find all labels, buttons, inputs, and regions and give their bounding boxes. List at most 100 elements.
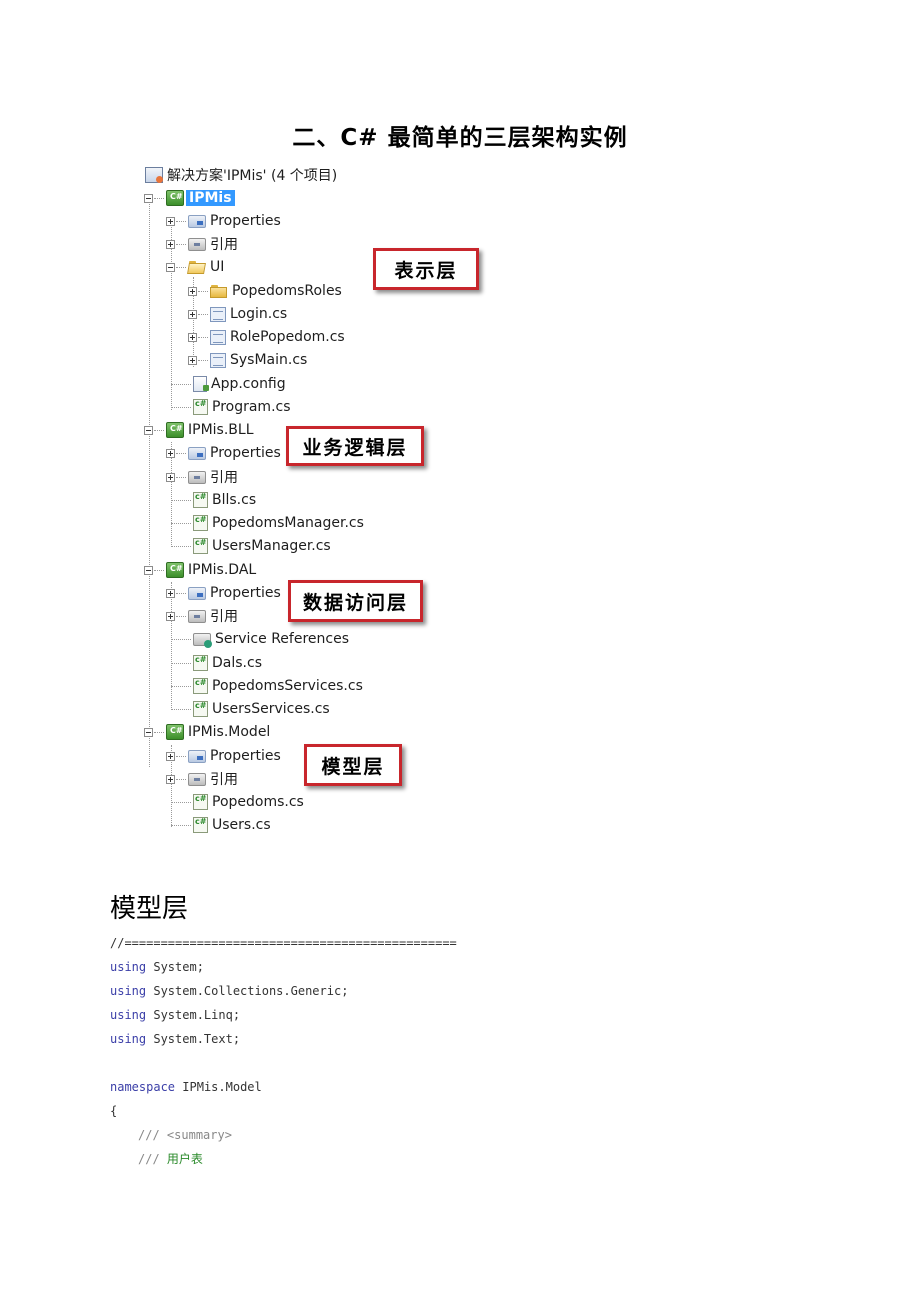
tree-item-project-model[interactable]: IPMis.Model — [144, 721, 270, 743]
tree-item-solution[interactable]: 解决方案'IPMis' (4 个项目) — [145, 164, 337, 186]
callout-bll-layer: 业务逻辑层 — [286, 426, 424, 466]
tree-item[interactable]: Service References — [171, 628, 349, 650]
tree-connector — [154, 197, 164, 199]
tree-item[interactable]: Properties — [166, 442, 281, 464]
tree-item-label: 引用 — [210, 470, 238, 486]
tree-connector — [198, 336, 208, 338]
tree-item-label: UsersServices.cs — [212, 701, 330, 717]
csharp-file-icon — [193, 515, 208, 531]
tree-item[interactable]: 引用 — [166, 605, 238, 627]
form-icon — [210, 329, 226, 345]
csharp-file-icon — [193, 817, 208, 833]
tree-item[interactable]: Blls.cs — [171, 489, 256, 511]
collapse-icon[interactable] — [144, 727, 153, 737]
tree-item[interactable]: 引用 — [166, 466, 238, 488]
tree-item[interactable]: PopedomsRoles — [188, 280, 342, 302]
expand-icon[interactable] — [166, 472, 175, 482]
tree-item[interactable]: Login.cs — [188, 303, 287, 325]
code-namespace-ref: System.Text; — [153, 1032, 241, 1046]
tree-item[interactable]: 引用 — [166, 233, 238, 255]
csharp-file-icon — [193, 655, 208, 671]
properties-icon — [188, 586, 206, 600]
tree-connector — [176, 615, 186, 617]
code-line-summary-text: /// 用户表 — [138, 1151, 203, 1167]
tree-item[interactable]: PopedomsServices.cs — [171, 675, 363, 697]
collapse-icon[interactable] — [166, 262, 175, 272]
expand-icon[interactable] — [188, 309, 197, 319]
tree-item[interactable]: PopedomsManager.cs — [171, 512, 364, 534]
code-open-brace: { — [110, 1104, 118, 1118]
tree-item-project-dal[interactable]: IPMis.DAL — [144, 559, 256, 581]
csharp-project-icon — [166, 562, 184, 578]
expand-icon[interactable] — [166, 751, 175, 761]
form-icon — [210, 306, 226, 322]
tree-item[interactable]: UsersServices.cs — [171, 698, 330, 720]
code-line-using: using System.Collections.Generic; — [110, 983, 348, 999]
tree-connector — [171, 522, 191, 524]
tree-connector — [176, 243, 186, 245]
code-separator-comment: //======================================… — [110, 936, 457, 950]
tree-guide-line — [149, 197, 150, 767]
tree-connector — [176, 778, 186, 780]
code-line-namespace: namespace IPMis.Model — [110, 1079, 262, 1095]
service-references-icon — [193, 632, 212, 648]
tree-item-label: UsersManager.cs — [212, 538, 331, 554]
tree-item-label: 引用 — [210, 609, 238, 625]
tree-item[interactable]: SysMain.cs — [188, 349, 307, 371]
tree-connector — [171, 545, 191, 547]
csharp-file-icon — [193, 538, 208, 554]
collapse-icon[interactable] — [144, 425, 153, 435]
expand-icon[interactable] — [188, 332, 197, 342]
csharp-project-icon — [166, 190, 184, 206]
tree-item[interactable]: Dals.cs — [171, 652, 262, 674]
tree-item[interactable]: Popedoms.cs — [171, 791, 304, 813]
code-comment-prefix: /// — [138, 1152, 160, 1166]
code-namespace-name: IPMis.Model — [182, 1080, 262, 1094]
tree-item[interactable]: Properties — [166, 582, 281, 604]
tree-connector — [171, 801, 191, 803]
tree-item-label: 引用 — [210, 237, 238, 253]
expand-icon[interactable] — [166, 774, 175, 784]
code-summary-tag: <summary> — [166, 1128, 232, 1142]
folder-icon — [210, 284, 228, 298]
tree-item-label: 解决方案'IPMis' (4 个项目) — [167, 168, 338, 184]
tree-item[interactable]: App.config — [171, 373, 286, 395]
tree-item[interactable]: Properties — [166, 210, 281, 232]
tree-item[interactable]: RolePopedom.cs — [188, 326, 345, 348]
expand-icon[interactable] — [166, 448, 175, 458]
tree-item[interactable]: 引用 — [166, 768, 238, 790]
form-icon — [210, 352, 226, 368]
expand-icon[interactable] — [166, 239, 175, 249]
code-keyword: using — [110, 960, 147, 974]
callout-model-layer: 模型层 — [304, 744, 402, 786]
tree-item[interactable]: Users.cs — [171, 814, 271, 836]
expand-icon[interactable] — [166, 216, 175, 226]
tree-item-label: Properties — [210, 213, 281, 229]
solution-icon — [145, 167, 163, 183]
tree-item-label: Blls.cs — [212, 492, 257, 508]
tree-item-label: Login.cs — [230, 306, 288, 322]
tree-item-label: Program.cs — [212, 399, 291, 415]
config-file-icon — [193, 376, 209, 392]
collapse-icon[interactable] — [144, 565, 153, 575]
section-heading: 模型层 — [110, 894, 189, 924]
csharp-project-icon — [166, 422, 184, 438]
tree-connector — [176, 220, 186, 222]
expand-icon[interactable] — [166, 588, 175, 598]
document-title: 二、C# 最简单的三层架构实例 — [292, 125, 628, 151]
expand-icon[interactable] — [166, 611, 175, 621]
csharp-file-icon — [193, 794, 208, 810]
code-keyword: using — [110, 1008, 147, 1022]
tree-item-project-bll[interactable]: IPMis.BLL — [144, 419, 254, 441]
expand-icon[interactable] — [188, 286, 197, 296]
collapse-icon[interactable] — [144, 193, 153, 203]
tree-connector — [171, 383, 191, 385]
tree-connector — [171, 638, 191, 640]
tree-item[interactable]: UsersManager.cs — [171, 535, 331, 557]
references-icon — [188, 772, 206, 786]
tree-item-project-ipmis[interactable]: IPMis — [144, 187, 235, 209]
expand-icon[interactable] — [188, 355, 197, 365]
tree-item[interactable]: Program.cs — [171, 396, 291, 418]
tree-item[interactable]: Properties — [166, 745, 281, 767]
tree-item-folder-ui[interactable]: UI — [166, 256, 224, 278]
